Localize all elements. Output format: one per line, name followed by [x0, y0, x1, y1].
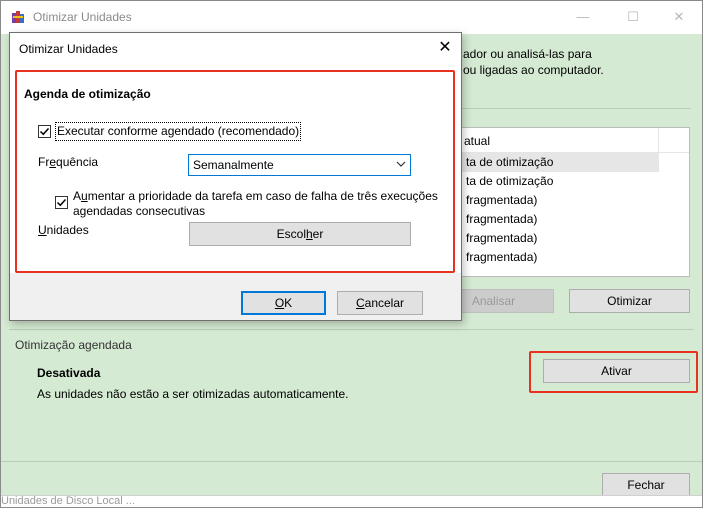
list-item[interactable]: fragmentada) [466, 248, 537, 267]
dialog-titlebar: Otimizar Unidades ✕ [10, 33, 461, 63]
optimize-button[interactable]: Otimizar [569, 289, 690, 313]
bottom-strip-text: Unidades de Disco Local ... [1, 495, 135, 507]
list-item[interactable]: ta de otimização [466, 172, 553, 191]
drive-list[interactable]: atual ta de otimização ta de otimização … [441, 127, 690, 277]
description-text: ador ou analisá-las para ou ligadas ao c… [463, 46, 683, 78]
description-line-1: ador ou analisá-las para [463, 47, 592, 61]
schedule-status-description: As unidades não estão a ser otimizadas a… [37, 387, 349, 401]
close-button[interactable]: Fechar [602, 473, 690, 497]
maximize-button[interactable]: ☐ [613, 5, 653, 29]
label-part: ancelar [364, 296, 405, 310]
column-header-current-status[interactable]: atual [464, 134, 490, 148]
schedule-status-title: Desativada [37, 366, 101, 380]
minimize-button[interactable]: — [563, 5, 603, 29]
label-part: K [284, 296, 293, 310]
divider [1, 461, 702, 462]
divider [9, 329, 694, 330]
cancel-button[interactable]: Cancelar [337, 291, 423, 315]
highlight-box-activate [529, 351, 698, 393]
scheduled-optimization-label: Otimização agendada [15, 338, 132, 352]
dialog-close-button[interactable]: ✕ [434, 37, 456, 59]
main-titlebar: Otimizar Unidades — ☐ ✕ [1, 1, 702, 34]
highlight-box-schedule [15, 70, 455, 273]
list-item[interactable]: fragmentada) [466, 229, 537, 248]
list-header[interactable]: atual [442, 128, 689, 153]
ok-button[interactable]: OK [241, 291, 326, 315]
label-accel: O [274, 296, 285, 310]
column-separator [658, 128, 659, 153]
divider [441, 108, 691, 109]
window-title: Otimizar Unidades [33, 10, 132, 24]
optimization-schedule-dialog: Otimizar Unidades ✕ Agenda de otimização… [9, 32, 462, 321]
label-accel: C [355, 296, 365, 310]
dialog-title: Otimizar Unidades [19, 42, 118, 56]
bottom-strip: Unidades de Disco Local ... [1, 495, 702, 507]
list-item[interactable]: ta de otimização [442, 153, 659, 172]
list-item[interactable]: fragmentada) [466, 191, 537, 210]
window-close-button[interactable]: ✕ [659, 5, 699, 29]
description-line-2: ou ligadas ao computador. [463, 63, 604, 77]
list-item[interactable]: fragmentada) [466, 210, 537, 229]
defrag-app-icon [12, 11, 24, 23]
